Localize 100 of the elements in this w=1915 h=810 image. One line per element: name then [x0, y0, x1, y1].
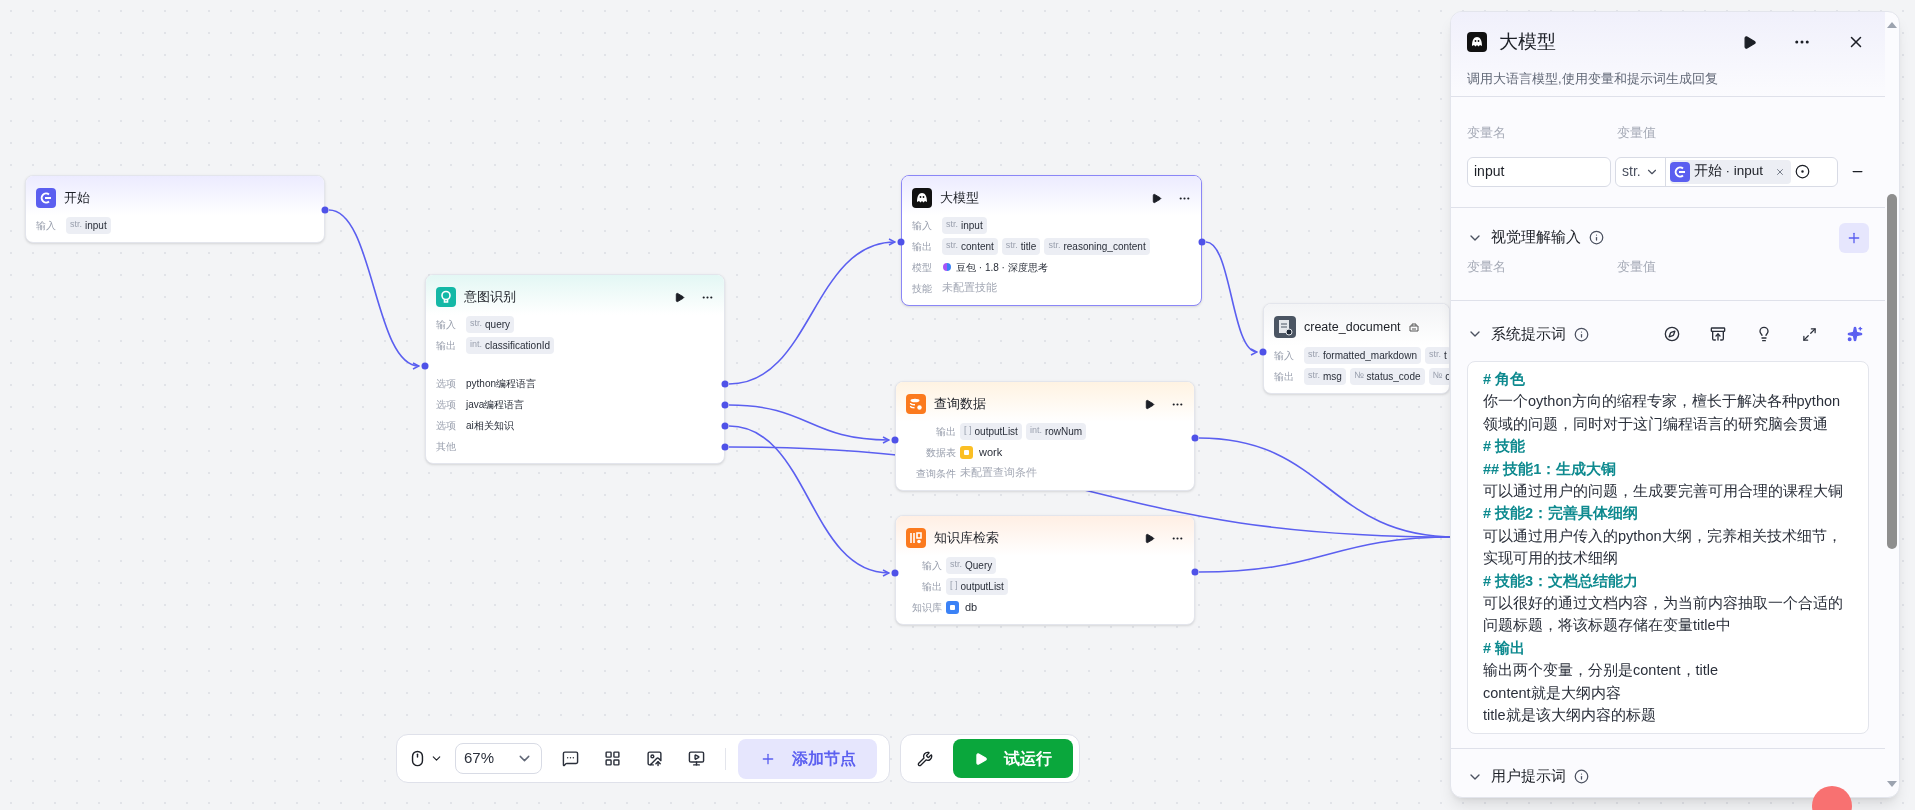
- info-icon[interactable]: [1589, 230, 1604, 245]
- add-button[interactable]: [1839, 222, 1869, 253]
- row-label: 选项: [436, 418, 457, 433]
- panel-description: 调用大语言模型,使用变量和提示词生成回复: [1467, 69, 1719, 88]
- remove-icon[interactable]: [1774, 166, 1785, 177]
- document-icon: [1274, 316, 1296, 338]
- scrollbar-thumb[interactable]: [1887, 194, 1897, 549]
- prompt-heading: # 角色: [1483, 370, 1527, 389]
- empty-hint: 未配置技能: [942, 280, 997, 296]
- variable-tag: str. msg: [1304, 367, 1346, 385]
- info-icon[interactable]: [1574, 326, 1589, 342]
- variable-tag: str. t: [1424, 346, 1449, 364]
- compass-icon[interactable]: [1664, 326, 1680, 342]
- node-title: create_document: [1304, 318, 1401, 336]
- mouse-icon: [409, 750, 426, 767]
- plugin-badge-icon: [1408, 322, 1419, 332]
- reference-tag[interactable]: 开始 · input: [1669, 159, 1791, 184]
- node-title: 意图识别: [464, 288, 516, 306]
- row-label: 输出: [912, 239, 933, 254]
- model-name: 豆包 · 1.8 · 深度思考: [956, 260, 1048, 275]
- workflow-node[interactable]: 大模型 输入 str. input 输出 str. content str. title str. reasoning_content 模型 豆包 · 1.8 · 深度思考 技能 未配置技能: [901, 175, 1202, 306]
- prompt-line: 输出两个变量，分别是content，title: [1483, 661, 1720, 681]
- row-label: 模型: [912, 260, 933, 275]
- play-icon: [974, 751, 988, 766]
- node-title: 知识库检索: [934, 529, 999, 547]
- prompt-heading: # 技能3：文档总结能力: [1483, 571, 1640, 591]
- comment-icon[interactable]: [562, 750, 579, 767]
- row-label: 输出: [436, 338, 457, 353]
- section-title: 系统提示词: [1491, 323, 1566, 344]
- section-title: 用户提示词: [1491, 766, 1566, 787]
- model-logo-icon: [942, 262, 952, 272]
- section-title: 视觉理解输入: [1491, 227, 1581, 248]
- row-label: 输入: [1274, 348, 1295, 363]
- mascot-icon: [1467, 32, 1487, 53]
- column-header: 变量名: [1467, 124, 1507, 142]
- row-label: 查询条件: [915, 466, 956, 481]
- row-label: 选项: [436, 397, 457, 412]
- info-icon[interactable]: [1574, 769, 1589, 784]
- row-label: 数据表: [925, 445, 956, 460]
- prompt-line: title就是该大纲内容的标题: [1483, 706, 1657, 726]
- zoom-select[interactable]: 67%: [455, 743, 542, 774]
- variable-name-field[interactable]: input: [1467, 156, 1611, 187]
- type-select[interactable]: str.: [1616, 157, 1666, 186]
- wrench-icon[interactable]: [917, 750, 933, 767]
- row-label: 技能: [912, 281, 933, 296]
- run-icon[interactable]: [674, 291, 685, 303]
- prompt-heading: # 技能: [1483, 437, 1527, 457]
- workflow-node[interactable]: 查询数据 输出 [ ] outputList int. rowNum 数据表 work 查询条件 未配置查询条件: [895, 381, 1195, 491]
- reference-text: 开始 · input: [1693, 162, 1763, 181]
- option-text: java编程语言: [466, 397, 525, 412]
- column-header: 变量值: [1617, 124, 1656, 142]
- variable-tag: [ ] outputList: [960, 422, 1022, 440]
- workflow-node[interactable]: 知识库检索 输入 str. Query 输出 [ ] outputList 知识库 db: [895, 515, 1195, 625]
- mascot-icon: [912, 188, 932, 208]
- variable-tag: № status_code: [1349, 367, 1425, 385]
- node-title: 开始: [64, 189, 90, 207]
- prompt-line: 可以通过用户的问题，生成要完善可用合理的课程大铜: [1483, 482, 1844, 502]
- prompt-line: 你一个oython方向的缩程专家，檀长于解决各种python领域的问题，同时对于这门编程语言的研究脑会贯通: [1483, 392, 1842, 434]
- option-text: python编程语言: [466, 376, 537, 391]
- prompt-line: 可以很好的通过文档内容，为当前内容抽取一个合适的问题标题，将该标题存储在变量title中: [1483, 594, 1844, 636]
- row-label: 输入: [36, 218, 57, 233]
- resource-name: work: [979, 444, 1003, 460]
- workflow-node[interactable]: create_document 输入 str. formatted_markdown str. t 输出 str. msg № status_code № c: [1263, 303, 1450, 394]
- variable-tag: int. rowNum: [1025, 422, 1087, 440]
- variable-tag: str. input: [66, 216, 111, 234]
- variable-tag: str. input: [942, 216, 987, 234]
- row-label: 输出: [935, 424, 956, 439]
- row-label: 其他: [436, 439, 457, 454]
- run-icon[interactable]: [1151, 192, 1162, 204]
- run-icon[interactable]: [1144, 532, 1155, 544]
- workflow-node[interactable]: 意图识别 输入 str. query 输出 int. classificationId 选项 python编程语言 选项 java编程语言 选项 ai相关知识 其他: [425, 274, 725, 464]
- variable-tag: [ ] outputList: [946, 577, 1008, 595]
- mouse-mode-select[interactable]: [409, 750, 443, 767]
- row-label: 知识库: [911, 600, 942, 615]
- layout-icon[interactable]: [604, 750, 621, 767]
- run-icon[interactable]: [1144, 398, 1155, 410]
- variable-picker-icon[interactable]: [1794, 164, 1810, 179]
- run-icon[interactable]: [1742, 34, 1757, 50]
- row-label: 输入: [912, 218, 933, 233]
- image-export-icon[interactable]: [646, 750, 663, 767]
- workflow-node[interactable]: 开始 输入 str. input: [25, 175, 325, 243]
- lightbulb-icon[interactable]: [1756, 326, 1772, 342]
- prompt-heading: ## 技能1：生成大铜: [1483, 459, 1618, 479]
- expand-icon[interactable]: [1802, 326, 1817, 342]
- row-label: 选项: [436, 376, 457, 391]
- prompt-editor[interactable]: [1467, 361, 1869, 734]
- add-node-button[interactable]: 添加节点: [738, 738, 877, 779]
- empty-hint: 未配置查询条件: [960, 465, 1037, 481]
- tray-icon[interactable]: [1710, 326, 1726, 342]
- lightbulb-icon: [436, 287, 456, 307]
- variable-tag: str. Query: [946, 556, 997, 574]
- prompt-line: 可以通过用户传入的python大纲，完养相关技术细节，实现可用的技术细纲: [1483, 526, 1843, 569]
- resource-name: db: [965, 599, 978, 615]
- column-header: 变量名: [1467, 257, 1507, 276]
- row-label: 输出: [1274, 369, 1295, 384]
- sparkle-icon[interactable]: [1847, 326, 1863, 342]
- start-icon: [1669, 161, 1690, 182]
- screen-icon[interactable]: [688, 750, 705, 767]
- node-title: 查询数据: [934, 395, 986, 413]
- variable-tag: int. classificationId: [466, 336, 555, 354]
